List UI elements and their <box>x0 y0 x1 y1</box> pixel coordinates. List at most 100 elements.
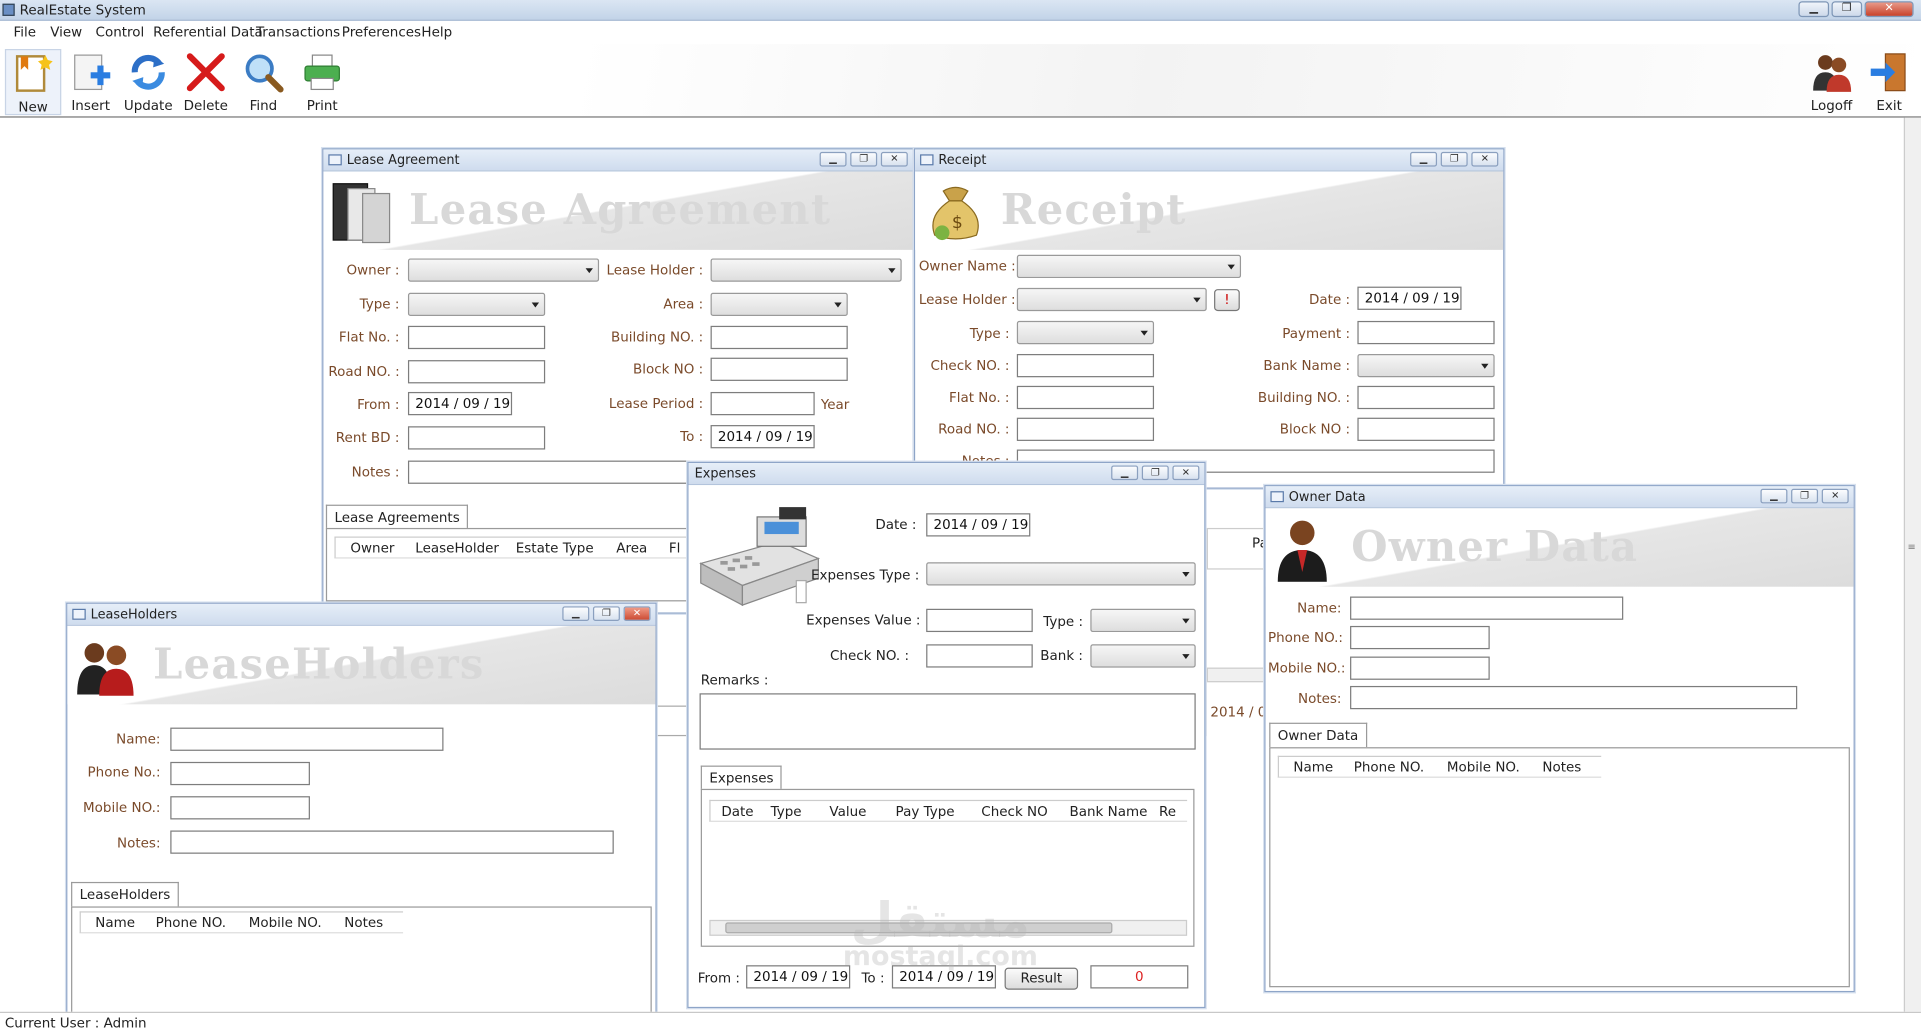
phone-no-field[interactable] <box>170 761 310 786</box>
horizontal-scrollbar[interactable] <box>1206 667 1266 683</box>
close-button[interactable]: ✕ <box>1864 1 1914 18</box>
menu-control[interactable]: Control <box>96 24 145 40</box>
name-field[interactable] <box>170 727 444 751</box>
from-date-picker[interactable]: 2014 / 09 / 19 <box>407 391 513 416</box>
close-button[interactable]: ✕ <box>623 606 651 622</box>
expenses-value-field[interactable] <box>926 608 1033 633</box>
tab-leaseholders[interactable]: LeaseHolders <box>71 881 179 907</box>
block-no-field[interactable] <box>1357 417 1495 441</box>
restore-button[interactable]: ❐ <box>1831 1 1863 18</box>
flat-no-field[interactable] <box>1016 385 1155 410</box>
find-button[interactable]: Find <box>235 49 291 115</box>
road-no-field[interactable] <box>407 360 546 384</box>
expenses-date-picker[interactable]: 2014 / 09 / 19 <box>926 513 1031 537</box>
flat-no-field[interactable] <box>407 325 546 350</box>
type-combobox[interactable] <box>407 292 546 317</box>
mobile-no-field[interactable] <box>170 796 310 820</box>
menu-preferences[interactable]: Preferences <box>342 24 421 40</box>
column-header[interactable]: Mobile NO. <box>243 913 339 934</box>
menu-transactions[interactable]: Transactions <box>256 24 340 40</box>
check-no-field[interactable] <box>1016 353 1155 378</box>
owner-combobox[interactable] <box>407 258 600 282</box>
close-button[interactable]: ✕ <box>1471 151 1499 167</box>
minimize-button[interactable]: ▁ <box>1760 488 1788 504</box>
type-combobox[interactable] <box>1016 320 1155 345</box>
receipt-titlebar[interactable]: Receipt ▁ ❐ ✕ <box>915 149 1504 172</box>
close-button[interactable]: ✕ <box>880 151 908 167</box>
close-button[interactable]: ✕ <box>1172 465 1200 481</box>
notes-field[interactable] <box>1350 685 1798 710</box>
column-header[interactable]: Check NO <box>975 801 1063 822</box>
column-header[interactable]: Notes <box>1536 757 1597 778</box>
type-combobox[interactable] <box>1090 608 1196 633</box>
minimize-button[interactable]: ▁ <box>819 151 847 167</box>
tab-owner-data[interactable]: Owner Data <box>1269 722 1367 748</box>
column-header[interactable]: Re <box>1159 801 1181 822</box>
new-button[interactable]: New <box>4 48 62 116</box>
column-header[interactable]: Date <box>711 801 765 822</box>
road-no-field[interactable] <box>1016 417 1155 441</box>
column-header[interactable]: Phone NO. <box>149 913 242 934</box>
maximize-button[interactable]: ❐ <box>1791 488 1819 504</box>
lease-period-field[interactable] <box>710 391 815 416</box>
remarks-field[interactable] <box>699 693 1196 750</box>
name-field[interactable] <box>1350 596 1624 620</box>
lease-holder-combobox[interactable] <box>710 258 902 282</box>
receipt-date-picker[interactable]: 2014 / 09 / 19 <box>1357 286 1462 310</box>
bank-name-combobox[interactable] <box>1357 353 1495 378</box>
phone-no-field[interactable] <box>1350 625 1490 650</box>
vertical-scrollbar[interactable]: ≡ <box>1903 117 1921 1012</box>
menu-view[interactable]: View <box>50 24 82 40</box>
column-header[interactable]: Type <box>764 801 823 822</box>
lease-agreement-titlebar[interactable]: Lease Agreement ▁ ❐ ✕ <box>323 149 913 172</box>
payment-field[interactable] <box>1357 320 1495 345</box>
column-header[interactable]: Phone NO. <box>1348 757 1441 778</box>
logoff-button[interactable]: Logoff <box>1803 49 1859 115</box>
block-no-field[interactable] <box>710 357 848 381</box>
owner-data-titlebar[interactable]: Owner Data ▁ ❐ ✕ <box>1265 486 1854 509</box>
alert-button[interactable]: ! <box>1214 289 1240 312</box>
maximize-button[interactable]: ❐ <box>592 606 620 622</box>
expenses-titlebar[interactable]: Expenses ▁ ❐ ✕ <box>688 463 1205 486</box>
building-no-field[interactable] <box>710 325 848 350</box>
column-header[interactable]: Owner <box>336 538 410 559</box>
lease-holder-combobox[interactable] <box>1016 287 1207 312</box>
to-date-picker[interactable]: 2014 / 09 / 19 <box>710 425 815 449</box>
minimize-button[interactable]: ▁ <box>562 606 590 622</box>
maximize-button[interactable]: ❐ <box>1440 151 1468 167</box>
column-header[interactable]: Bank Name <box>1063 801 1159 822</box>
owner-name-combobox[interactable] <box>1016 254 1242 279</box>
rent-field[interactable] <box>407 426 546 450</box>
menu-referential-data[interactable]: Referential Data <box>153 24 263 40</box>
area-combobox[interactable] <box>710 292 848 317</box>
bank-combobox[interactable] <box>1090 644 1196 668</box>
from-date-picker[interactable]: 2014 / 09 / 19 <box>746 965 851 989</box>
mobile-no-field[interactable] <box>1350 656 1490 680</box>
check-no-field[interactable] <box>926 644 1033 668</box>
expenses-type-combobox[interactable] <box>926 562 1196 586</box>
delete-button[interactable]: Delete <box>178 49 234 115</box>
notes-field[interactable] <box>407 460 690 484</box>
column-header[interactable]: Area <box>610 538 669 559</box>
column-header[interactable]: Notes <box>338 913 399 934</box>
tab-expenses[interactable]: Expenses <box>700 765 783 791</box>
minimize-button[interactable]: ▁ <box>1410 151 1438 167</box>
column-header[interactable]: Name <box>1279 757 1348 778</box>
column-header[interactable]: Estate Type <box>510 538 610 559</box>
building-no-field[interactable] <box>1357 385 1495 410</box>
close-button[interactable]: ✕ <box>1821 488 1849 504</box>
tab-lease-agreements[interactable]: Lease Agreements <box>325 504 469 530</box>
column-header[interactable]: Value <box>823 801 889 822</box>
notes-field[interactable] <box>170 830 614 854</box>
column-header[interactable]: Mobile NO. <box>1441 757 1537 778</box>
column-header[interactable]: Pay Type <box>889 801 975 822</box>
insert-button[interactable]: Insert <box>62 49 118 115</box>
maximize-button[interactable]: ❐ <box>1141 465 1169 481</box>
update-button[interactable]: Update <box>120 49 176 115</box>
column-header[interactable]: Name <box>81 913 150 934</box>
minimize-button[interactable]: ▁ <box>1798 1 1830 18</box>
print-button[interactable]: Print <box>294 49 350 115</box>
exit-button[interactable]: Exit <box>1861 49 1917 115</box>
maximize-button[interactable]: ❐ <box>850 151 878 167</box>
minimize-button[interactable]: ▁ <box>1111 465 1139 481</box>
